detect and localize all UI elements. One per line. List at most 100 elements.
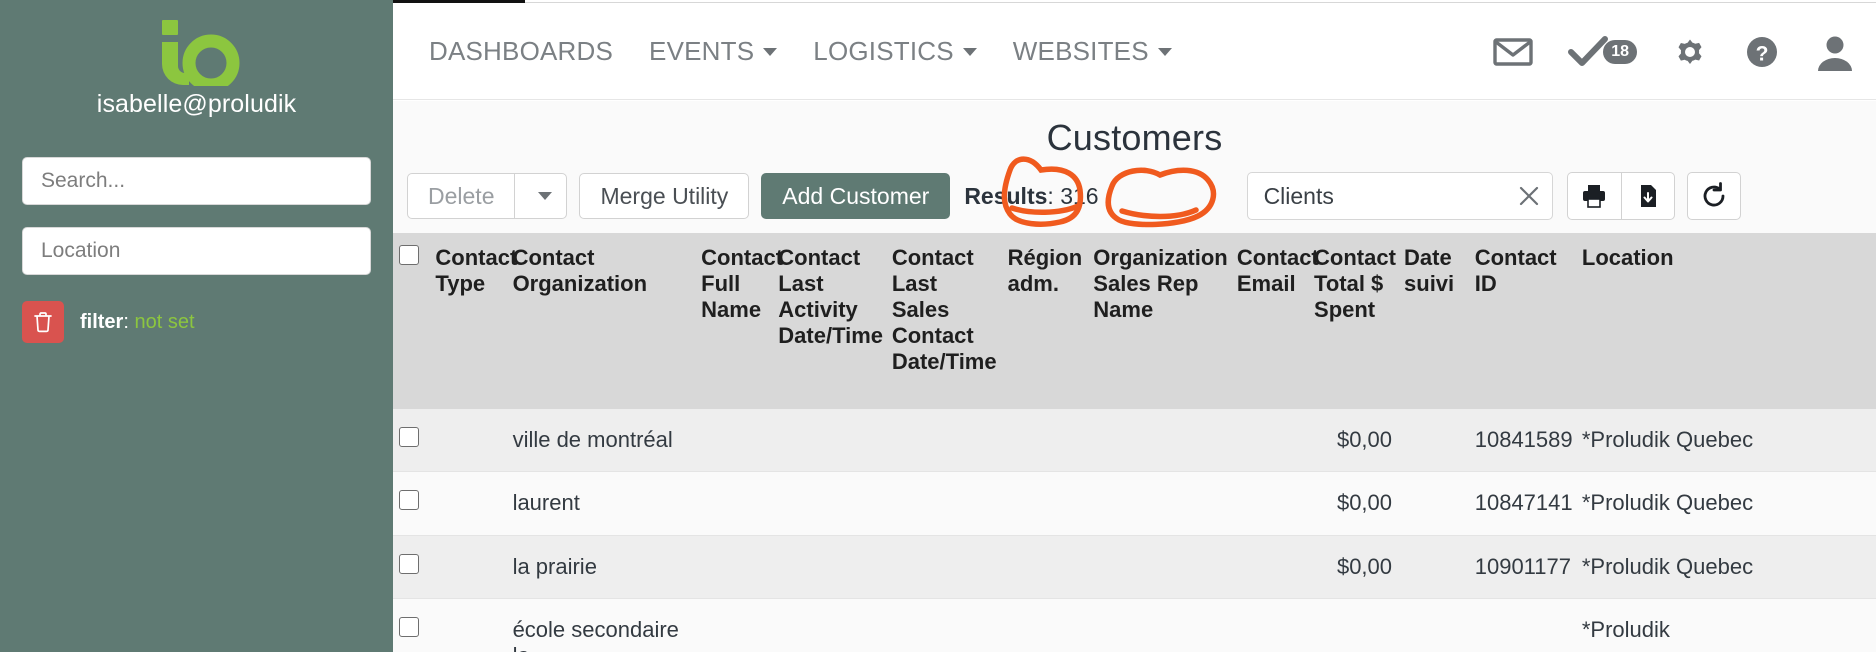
table-scroll-container[interactable]: Contact Type Contact Organization Contac… xyxy=(393,233,1876,652)
cell-contact-organization: la prairie xyxy=(506,535,696,599)
cell-location: *Proludik Quebec xyxy=(1575,535,1876,599)
add-customer-button[interactable]: Add Customer xyxy=(761,173,951,219)
nav-item-websites[interactable]: WEBSITES xyxy=(995,36,1190,67)
row-checkbox[interactable] xyxy=(399,426,419,447)
filter-status-text: filter: not set xyxy=(80,311,195,334)
results-counter: Results: 316 xyxy=(964,183,1098,210)
main-panel: DASHBOARDS EVENTS LOGISTICS WEBSITES 18 … xyxy=(393,0,1876,652)
delete-split-button: Delete xyxy=(407,173,568,219)
nav-icon-group: 18 ? xyxy=(1476,33,1876,71)
nav-item-logistics[interactable]: LOGISTICS xyxy=(795,36,995,67)
cell-contact-organization: école secondaire la xyxy=(506,598,696,652)
cell-contact-id: 10841589 xyxy=(1468,408,1576,473)
export-button[interactable] xyxy=(1620,172,1675,220)
nav-label-websites: WEBSITES xyxy=(1012,36,1149,66)
table-row[interactable]: ville de montréal $0,00 10841589 *Proludik … xyxy=(393,408,1876,473)
refresh-button[interactable] xyxy=(1686,172,1741,220)
filter-select[interactable] xyxy=(1246,172,1553,220)
refresh-icon xyxy=(1703,182,1724,207)
cell-contact-id: 10901177 xyxy=(1468,535,1576,599)
results-separator: : xyxy=(1047,182,1054,209)
cell-contact-total-spent: $0,00 xyxy=(1308,535,1399,599)
chevron-down-icon xyxy=(538,192,553,200)
table-head: Contact Type Contact Organization Contac… xyxy=(393,233,1876,409)
col-org-sales-rep-name[interactable]: Organization Sales Rep Name xyxy=(1087,233,1231,409)
table-row[interactable]: laurent $0,00 10847141 *Proludik Quebec xyxy=(393,471,1876,536)
cell-contact-full-name xyxy=(695,408,773,473)
cell-contact-organization: laurent xyxy=(506,471,696,536)
delete-button[interactable]: Delete xyxy=(407,173,515,219)
col-contact-total-spent[interactable]: Contact Total $ Spent xyxy=(1308,233,1399,409)
row-checkbox[interactable] xyxy=(399,490,419,511)
print-button[interactable] xyxy=(1566,172,1621,220)
col-date-suivi[interactable]: Date suivi xyxy=(1398,233,1469,409)
page-title: Customers xyxy=(1046,117,1223,158)
select-all-header xyxy=(393,233,430,409)
select-all-checkbox[interactable] xyxy=(399,245,419,265)
cell-date-suivi xyxy=(1398,598,1469,652)
col-location[interactable]: Location xyxy=(1575,233,1876,409)
sidebar-search-row xyxy=(22,157,371,205)
col-contact-organization[interactable]: Contact Organization xyxy=(506,233,696,409)
user-menu-button[interactable] xyxy=(1798,33,1872,71)
chevron-down-icon xyxy=(763,47,778,56)
content-area: Customers Delete Merge Utility Add Custo… xyxy=(393,101,1876,652)
clear-filter-icon-button[interactable] xyxy=(1517,184,1541,208)
settings-button[interactable] xyxy=(1654,33,1726,71)
nav-item-events[interactable]: EVENTS xyxy=(631,36,795,67)
cell-contact-last-activity xyxy=(772,471,886,536)
cell-location: *Proludik Quebec xyxy=(1575,471,1876,536)
nav-label-dashboards: DASHBOARDS xyxy=(429,36,614,66)
merge-utility-button[interactable]: Merge Utility xyxy=(579,173,750,219)
col-contact-type[interactable]: Contact Type xyxy=(429,233,517,409)
row-select-cell xyxy=(393,535,430,599)
row-select-cell xyxy=(393,598,430,652)
delete-dropdown-button[interactable] xyxy=(514,173,568,219)
filter-separator: : xyxy=(123,310,129,333)
col-contact-full-name[interactable]: Contact Full Name xyxy=(695,233,783,409)
col-contact-email[interactable]: Contact Email xyxy=(1230,233,1319,409)
cell-contact-id xyxy=(1468,598,1576,652)
cell-contact-last-sales-contact xyxy=(885,535,1002,599)
cell-contact-type xyxy=(429,535,507,599)
user-avatar-icon xyxy=(1818,36,1852,71)
cell-contact-total-spent: $0,00 xyxy=(1308,471,1399,536)
col-region-adm[interactable]: Région adm. xyxy=(1001,233,1088,409)
table-row[interactable]: la prairie $0,00 10901177 *Proludik Quebec xyxy=(393,535,1876,599)
col-contact-last-activity[interactable]: Contact Last Activity Date/Time xyxy=(772,233,886,409)
row-checkbox[interactable] xyxy=(399,553,419,574)
view-filter-wrapper xyxy=(1246,172,1553,220)
filter-value: not set xyxy=(134,310,195,333)
nav-label-logistics: LOGISTICS xyxy=(813,36,954,66)
logo[interactable]: isabelle@proludik xyxy=(22,0,371,119)
table-row[interactable]: école secondaire la *Proludik xyxy=(393,598,1876,652)
cell-contact-type xyxy=(429,598,507,652)
clear-filter-button[interactable] xyxy=(22,301,64,343)
top-navbar: DASHBOARDS EVENTS LOGISTICS WEBSITES 18 … xyxy=(393,4,1876,100)
sidebar: isabelle@proludik filter: not set xyxy=(0,0,393,652)
search-input[interactable] xyxy=(22,157,371,205)
location-input[interactable] xyxy=(22,227,371,275)
cell-contact-last-activity xyxy=(772,535,886,599)
cell-location: *Proludik xyxy=(1575,598,1876,652)
help-button[interactable]: ? xyxy=(1726,33,1798,71)
chevron-down-icon xyxy=(1157,47,1172,56)
customers-table: Contact Type Contact Organization Contac… xyxy=(393,233,1876,652)
col-contact-last-sales-contact[interactable]: Contact Last Sales Contact Date/Time xyxy=(885,233,1002,409)
cell-org-sales-rep-name xyxy=(1087,471,1231,536)
cell-region-adm xyxy=(1001,408,1088,473)
nav-item-dashboards[interactable]: DASHBOARDS xyxy=(411,36,631,67)
mail-button[interactable] xyxy=(1476,37,1550,67)
cell-contact-type xyxy=(429,408,507,473)
cell-contact-email xyxy=(1230,471,1309,536)
table-body: ville de montréal $0,00 10841589 *Proludik … xyxy=(393,408,1876,652)
tasks-button[interactable]: 18 xyxy=(1550,35,1654,68)
cell-contact-email xyxy=(1230,408,1309,473)
cell-location: *Proludik Quebec xyxy=(1575,408,1876,473)
col-contact-id[interactable]: Contact ID xyxy=(1468,233,1576,409)
cell-contact-last-sales-contact xyxy=(885,598,1002,652)
nav-label-events: EVENTS xyxy=(649,36,755,66)
cell-contact-last-activity xyxy=(772,408,886,473)
row-checkbox[interactable] xyxy=(399,616,419,637)
cell-contact-last-sales-contact xyxy=(885,471,1002,536)
